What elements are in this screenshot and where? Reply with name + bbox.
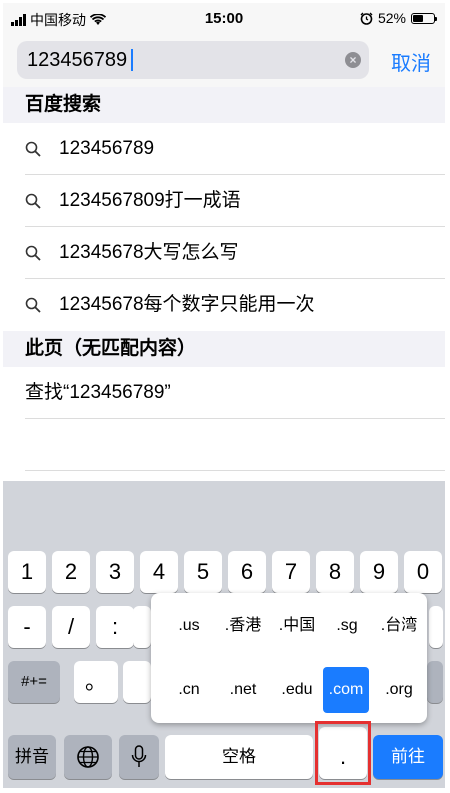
domain-net[interactable]: .net: [219, 671, 267, 709]
globe-icon: [77, 746, 99, 768]
key-colon[interactable]: :: [96, 606, 134, 648]
globe-key[interactable]: [64, 735, 112, 779]
suggestion-item[interactable]: 12345678每个数字只能用一次: [3, 279, 445, 331]
key-1[interactable]: 1: [8, 551, 46, 593]
domain-us[interactable]: .us: [165, 607, 213, 645]
pinyin-key[interactable]: 拼音: [8, 735, 56, 779]
cancel-button[interactable]: 取消: [391, 47, 431, 76]
key-partial[interactable]: [429, 606, 443, 648]
text-caret: [131, 49, 133, 71]
key-3[interactable]: 3: [96, 551, 134, 593]
baidu-section-header: 百度搜索: [3, 87, 445, 123]
key-8[interactable]: 8: [316, 551, 354, 593]
search-bar: × 取消: [3, 33, 445, 87]
suggestion-label: 12345678每个数字只能用一次: [59, 294, 315, 315]
suggestion-label: 123456789: [59, 138, 155, 159]
battery-fill: [413, 14, 423, 22]
mic-key[interactable]: [119, 735, 159, 779]
search-icon: [25, 245, 41, 261]
key-partial[interactable]: [123, 661, 151, 703]
row-divider: [25, 470, 445, 471]
empty-row: [3, 419, 445, 471]
search-icon: [25, 193, 41, 209]
key-7[interactable]: 7: [272, 551, 310, 593]
alarm-icon: [360, 12, 373, 25]
backspace-key[interactable]: [427, 661, 443, 703]
domain-org[interactable]: .org: [375, 671, 423, 709]
suggestion-item[interactable]: 123456789: [3, 123, 445, 175]
keyboard: 1 2 3 4 5 6 7 8 9 0 - / : #+= 。 拼音 空格 . …: [3, 481, 445, 788]
key-0[interactable]: 0: [404, 551, 442, 593]
domain-edu[interactable]: .edu: [273, 671, 321, 709]
suggestion-label: 1234567809打一成语: [59, 190, 241, 211]
space-key[interactable]: 空格: [165, 735, 313, 779]
key-slash[interactable]: /: [52, 606, 90, 648]
domain-taiwan[interactable]: .台湾: [375, 607, 423, 645]
search-icon: [25, 141, 41, 157]
microphone-icon: [131, 745, 147, 767]
search-icon: [25, 297, 41, 313]
page-section-header: 此页（无匹配内容）: [3, 331, 445, 367]
battery-percent: 52%: [377, 10, 406, 26]
search-input[interactable]: [27, 41, 337, 79]
highlight-box: [315, 721, 371, 785]
suggestion-label: 12345678大写怎么写: [59, 242, 239, 263]
domain-hongkong[interactable]: .香港: [219, 607, 267, 645]
status-right: 52%: [360, 10, 437, 26]
domain-china[interactable]: .中国: [273, 607, 321, 645]
domain-com[interactable]: .com: [323, 667, 369, 713]
go-button[interactable]: 前往: [373, 735, 443, 779]
key-partial[interactable]: [133, 606, 151, 648]
key-dash[interactable]: -: [8, 606, 46, 648]
suggestion-item[interactable]: 1234567809打一成语: [3, 175, 445, 227]
domain-cn[interactable]: .cn: [165, 671, 213, 709]
symbols-key[interactable]: #+=: [8, 661, 60, 703]
find-on-page-item[interactable]: 查找“123456789”: [3, 367, 445, 419]
key-5[interactable]: 5: [184, 551, 222, 593]
key-9[interactable]: 9: [360, 551, 398, 593]
domain-sg[interactable]: .sg: [323, 607, 371, 645]
key-circle[interactable]: 。: [74, 661, 118, 703]
key-2[interactable]: 2: [52, 551, 90, 593]
status-bar: 中国移动 15:00 52%: [3, 3, 445, 33]
search-field[interactable]: ×: [17, 41, 369, 79]
suggestion-item[interactable]: 12345678大写怎么写: [3, 227, 445, 279]
screen: 中国移动 15:00 52% × 取消 百度搜索 123456789 12345…: [3, 3, 445, 788]
clear-icon[interactable]: ×: [345, 52, 361, 68]
find-on-page-label: 查找“123456789”: [25, 382, 171, 403]
key-6[interactable]: 6: [228, 551, 266, 593]
key-4[interactable]: 4: [140, 551, 178, 593]
domain-popup: .us .香港 .中国 .sg .台湾 .cn .net .edu .com .…: [151, 593, 427, 723]
battery-icon: [411, 12, 437, 24]
